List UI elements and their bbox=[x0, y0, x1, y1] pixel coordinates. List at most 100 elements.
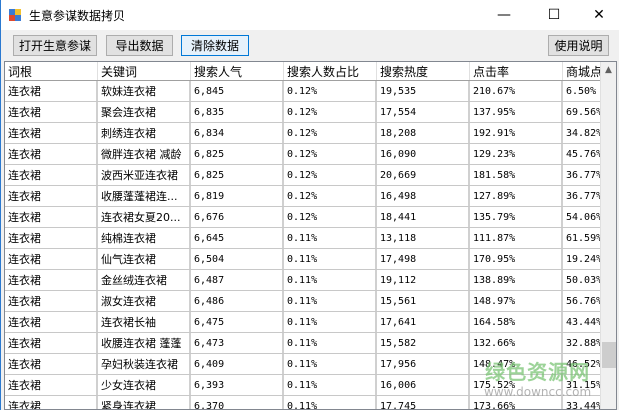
table-cell[interactable]: 17,498 bbox=[377, 249, 470, 269]
table-cell[interactable]: 6.50% bbox=[563, 81, 601, 101]
table-row[interactable]: 连衣裙 金丝绒连衣裙 6,487 0.11% 19,112 138.89% 50.03% bbox=[5, 270, 616, 291]
table-cell[interactable]: 36.77% bbox=[563, 165, 601, 185]
table-cell[interactable]: 软妹连衣裙 bbox=[98, 81, 191, 101]
table-cell[interactable]: 波西米亚连衣裙 bbox=[98, 165, 191, 185]
table-cell[interactable]: 连衣裙 bbox=[5, 207, 98, 227]
minimize-button[interactable]: — bbox=[481, 0, 527, 30]
table-cell[interactable]: 0.11% bbox=[284, 396, 377, 409]
open-button[interactable]: 打开生意参谋 bbox=[13, 35, 97, 56]
table-cell[interactable]: 61.59% bbox=[563, 228, 601, 248]
table-cell[interactable]: 仙气连衣裙 bbox=[98, 249, 191, 269]
table-cell[interactable]: 17,641 bbox=[377, 312, 470, 332]
table-cell[interactable]: 31.15% bbox=[563, 375, 601, 395]
table-cell[interactable]: 6,409 bbox=[191, 354, 284, 374]
table-cell[interactable]: 连衣裙 bbox=[5, 165, 98, 185]
table-cell[interactable]: 0.12% bbox=[284, 186, 377, 206]
table-cell[interactable]: 少女连衣裙 bbox=[98, 375, 191, 395]
table-cell[interactable]: 6,825 bbox=[191, 165, 284, 185]
table-cell[interactable]: 175.52% bbox=[470, 375, 563, 395]
table-cell[interactable]: 13,118 bbox=[377, 228, 470, 248]
table-row[interactable]: 连衣裙 波西米亚连衣裙 6,825 0.12% 20,669 181.58% 36.77% bbox=[5, 165, 616, 186]
table-row[interactable]: 连衣裙 微胖连衣裙 减龄 6,825 0.12% 16,090 129.23% 45.76% bbox=[5, 144, 616, 165]
table-row[interactable]: 连衣裙 连衣裙女夏20... 6,676 0.12% 18,441 135.79% 54.0… bbox=[5, 207, 616, 228]
table-cell[interactable]: 连衣裙 bbox=[5, 249, 98, 269]
table-cell[interactable]: 0.11% bbox=[284, 312, 377, 332]
table-cell[interactable]: 170.95% bbox=[470, 249, 563, 269]
table-cell[interactable]: 金丝绒连衣裙 bbox=[98, 270, 191, 290]
table-cell[interactable]: 18,441 bbox=[377, 207, 470, 227]
table-cell[interactable]: 46.52% bbox=[563, 354, 601, 374]
table-cell[interactable]: 34.82% bbox=[563, 123, 601, 143]
table-cell[interactable]: 6,819 bbox=[191, 186, 284, 206]
table-cell[interactable]: 15,582 bbox=[377, 333, 470, 353]
table-cell[interactable]: 0.11% bbox=[284, 354, 377, 374]
table-cell[interactable]: 6,825 bbox=[191, 144, 284, 164]
table-cell[interactable]: 0.12% bbox=[284, 165, 377, 185]
table-cell[interactable]: 连衣裙 bbox=[5, 81, 98, 101]
table-cell[interactable]: 连衣裙女夏20... bbox=[98, 207, 191, 227]
table-cell[interactable]: 0.11% bbox=[284, 249, 377, 269]
table-cell[interactable]: 56.76% bbox=[563, 291, 601, 311]
table-cell[interactable]: 19.24% bbox=[563, 249, 601, 269]
table-cell[interactable]: 50.03% bbox=[563, 270, 601, 290]
table-cell[interactable]: 6,845 bbox=[191, 81, 284, 101]
table-cell[interactable]: 164.58% bbox=[470, 312, 563, 332]
table-cell[interactable]: 6,834 bbox=[191, 123, 284, 143]
table-cell[interactable]: 收腰蓬蓬裙连... bbox=[98, 186, 191, 206]
table-cell[interactable]: 0.11% bbox=[284, 228, 377, 248]
table-row[interactable]: 连衣裙 收腰连衣裙 蓬蓬 6,473 0.11% 15,582 132.66% 32.88% bbox=[5, 333, 616, 354]
table-cell[interactable]: 36.77% bbox=[563, 186, 601, 206]
table-cell[interactable]: 111.87% bbox=[470, 228, 563, 248]
table-cell[interactable]: 6,504 bbox=[191, 249, 284, 269]
column-header[interactable]: 搜索人气 bbox=[191, 62, 284, 80]
table-cell[interactable]: 18,208 bbox=[377, 123, 470, 143]
table-cell[interactable]: 聚会连衣裙 bbox=[98, 102, 191, 122]
table-cell[interactable]: 6,486 bbox=[191, 291, 284, 311]
table-cell[interactable]: 0.12% bbox=[284, 144, 377, 164]
table-row[interactable]: 连衣裙 仙气连衣裙 6,504 0.11% 17,498 170.95% 19.24% bbox=[5, 249, 616, 270]
table-cell[interactable]: 17,956 bbox=[377, 354, 470, 374]
scroll-up-icon[interactable]: ▲ bbox=[601, 65, 616, 75]
table-cell[interactable]: 6,676 bbox=[191, 207, 284, 227]
table-cell[interactable]: 6,473 bbox=[191, 333, 284, 353]
table-cell[interactable]: 连衣裙长袖 bbox=[98, 312, 191, 332]
table-cell[interactable]: 连衣裙 bbox=[5, 123, 98, 143]
table-cell[interactable]: 148.47% bbox=[470, 354, 563, 374]
table-cell[interactable]: 0.12% bbox=[284, 81, 377, 101]
table-cell[interactable]: 16,090 bbox=[377, 144, 470, 164]
table-cell[interactable]: 微胖连衣裙 减龄 bbox=[98, 144, 191, 164]
table-cell[interactable]: 6,475 bbox=[191, 312, 284, 332]
close-button[interactable]: ✕ bbox=[576, 0, 619, 30]
table-cell[interactable]: 0.12% bbox=[284, 123, 377, 143]
column-header[interactable]: 商城点 bbox=[563, 62, 601, 80]
table-row[interactable]: 连衣裙 紧身连衣裙 6,370 0.11% 17,745 173.66% 33.44% bbox=[5, 396, 616, 409]
column-header[interactable]: 关键词 bbox=[98, 62, 191, 80]
table-cell[interactable]: 137.95% bbox=[470, 102, 563, 122]
table-cell[interactable]: 15,561 bbox=[377, 291, 470, 311]
help-button[interactable]: 使用说明 bbox=[548, 35, 609, 56]
table-cell[interactable]: 连衣裙 bbox=[5, 375, 98, 395]
column-header[interactable]: 搜索人数占比 bbox=[284, 62, 377, 80]
export-button[interactable]: 导出数据 bbox=[106, 35, 173, 56]
table-row[interactable]: 连衣裙 少女连衣裙 6,393 0.11% 16,006 175.52% 31.15% bbox=[5, 375, 616, 396]
table-cell[interactable]: 32.88% bbox=[563, 333, 601, 353]
table-cell[interactable]: 17,554 bbox=[377, 102, 470, 122]
table-cell[interactable]: 纯棉连衣裙 bbox=[98, 228, 191, 248]
table-cell[interactable]: 连衣裙 bbox=[5, 144, 98, 164]
table-cell[interactable]: 16,498 bbox=[377, 186, 470, 206]
table-cell[interactable]: 0.11% bbox=[284, 375, 377, 395]
column-header[interactable]: 点击率 bbox=[470, 62, 563, 80]
table-cell[interactable]: 43.44% bbox=[563, 312, 601, 332]
table-cell[interactable]: 192.91% bbox=[470, 123, 563, 143]
table-cell[interactable]: 孕妇秋装连衣裙 bbox=[98, 354, 191, 374]
table-cell[interactable]: 129.23% bbox=[470, 144, 563, 164]
table-row[interactable]: 连衣裙 孕妇秋装连衣裙 6,409 0.11% 17,956 148.47% 46.52% bbox=[5, 354, 616, 375]
table-cell[interactable]: 69.56% bbox=[563, 102, 601, 122]
table-cell[interactable]: 6,487 bbox=[191, 270, 284, 290]
table-cell[interactable]: 6,393 bbox=[191, 375, 284, 395]
table-cell[interactable]: 0.11% bbox=[284, 333, 377, 353]
table-cell[interactable]: 20,669 bbox=[377, 165, 470, 185]
table-row[interactable]: 连衣裙 淑女连衣裙 6,486 0.11% 15,561 148.97% 56.76% bbox=[5, 291, 616, 312]
column-header[interactable]: 词根 bbox=[5, 62, 98, 80]
table-cell[interactable]: 45.76% bbox=[563, 144, 601, 164]
